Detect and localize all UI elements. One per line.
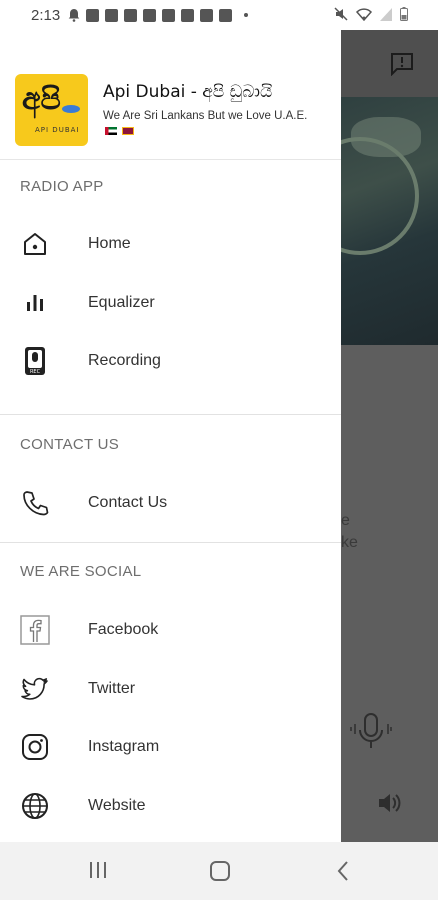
app-title: Api Dubai - අපි ඩුබායි: [103, 82, 273, 102]
system-navigation-bar: [0, 842, 438, 900]
voice-icon[interactable]: [349, 710, 393, 754]
recent-apps-icon[interactable]: [88, 860, 108, 880]
notification-icon: [219, 8, 233, 22]
notification-icon: [124, 8, 138, 22]
section-we-are-social: WE ARE SOCIAL Facebook Twitter Instagram…: [0, 543, 341, 835]
section-title: CONTACT US: [20, 436, 120, 453]
instagram-icon: [20, 732, 50, 762]
mute-icon: [334, 7, 348, 21]
volume-icon[interactable]: [377, 792, 403, 814]
status-bar: 2:13: [0, 0, 438, 30]
menu-item-twitter[interactable]: Twitter: [0, 660, 341, 719]
equalizer-icon: [20, 288, 50, 318]
app-content-scrim[interactable]: e ke: [301, 30, 438, 842]
uae-flag-icon: [105, 126, 117, 135]
section-radio-app: RADIO APP Home Equalizer REC Recording: [0, 160, 341, 391]
feedback-icon[interactable]: [389, 52, 415, 76]
menu-item-instagram[interactable]: Instagram: [0, 718, 341, 777]
logo-swoosh-icon: [62, 105, 80, 113]
navigation-drawer: අපි API DUBAI Api Dubai - අපි ඩුබායි We …: [0, 30, 341, 842]
menu-item-facebook[interactable]: Facebook: [0, 601, 341, 660]
srilanka-flag-icon: [122, 126, 135, 135]
home-icon: [20, 229, 50, 259]
section-contact-us: CONTACT US Contact Us: [0, 414, 341, 533]
globe-icon: [20, 791, 50, 821]
app-logo: අපි API DUBAI: [15, 74, 88, 146]
background-description: e ke: [341, 512, 358, 551]
twitter-icon: [20, 674, 50, 704]
notification-icons: [68, 8, 249, 22]
notification-icon: [86, 8, 100, 22]
svg-text:REC: REC: [30, 369, 41, 375]
signal-icon: [380, 8, 392, 21]
system-status-icons: [334, 7, 408, 21]
back-icon[interactable]: [336, 860, 350, 882]
app-tagline: We Are Sri Lankans But we Love U.A.E.: [103, 109, 323, 139]
menu-item-equalizer[interactable]: Equalizer: [0, 274, 341, 333]
menu-item-contact-us[interactable]: Contact Us: [0, 474, 341, 533]
menu-item-recording[interactable]: REC Recording: [0, 332, 341, 391]
menu-item-website[interactable]: Website: [0, 777, 341, 836]
more-dot-icon: [244, 13, 249, 17]
battery-icon: [400, 7, 408, 21]
drawer-header: අපි API DUBAI Api Dubai - අපි ඩුබායි We …: [0, 30, 341, 160]
notification-icon: [162, 8, 176, 22]
section-title: RADIO APP: [20, 178, 104, 195]
status-time: 2:13: [31, 6, 61, 24]
home-button-icon[interactable]: [209, 860, 231, 882]
notification-icon: [181, 8, 195, 22]
facebook-icon: [20, 615, 50, 645]
notification-icon: [200, 8, 214, 22]
phone-icon: [20, 488, 50, 518]
section-title: WE ARE SOCIAL: [20, 563, 142, 580]
recording-icon: REC: [20, 346, 50, 376]
alarm-icon: [68, 9, 80, 22]
notification-icon: [143, 8, 157, 22]
notification-icon: [105, 8, 119, 22]
app-toolbar: [341, 30, 438, 97]
station-image: [301, 97, 438, 345]
wifi-icon: [356, 8, 372, 21]
menu-item-home[interactable]: Home: [0, 215, 341, 274]
